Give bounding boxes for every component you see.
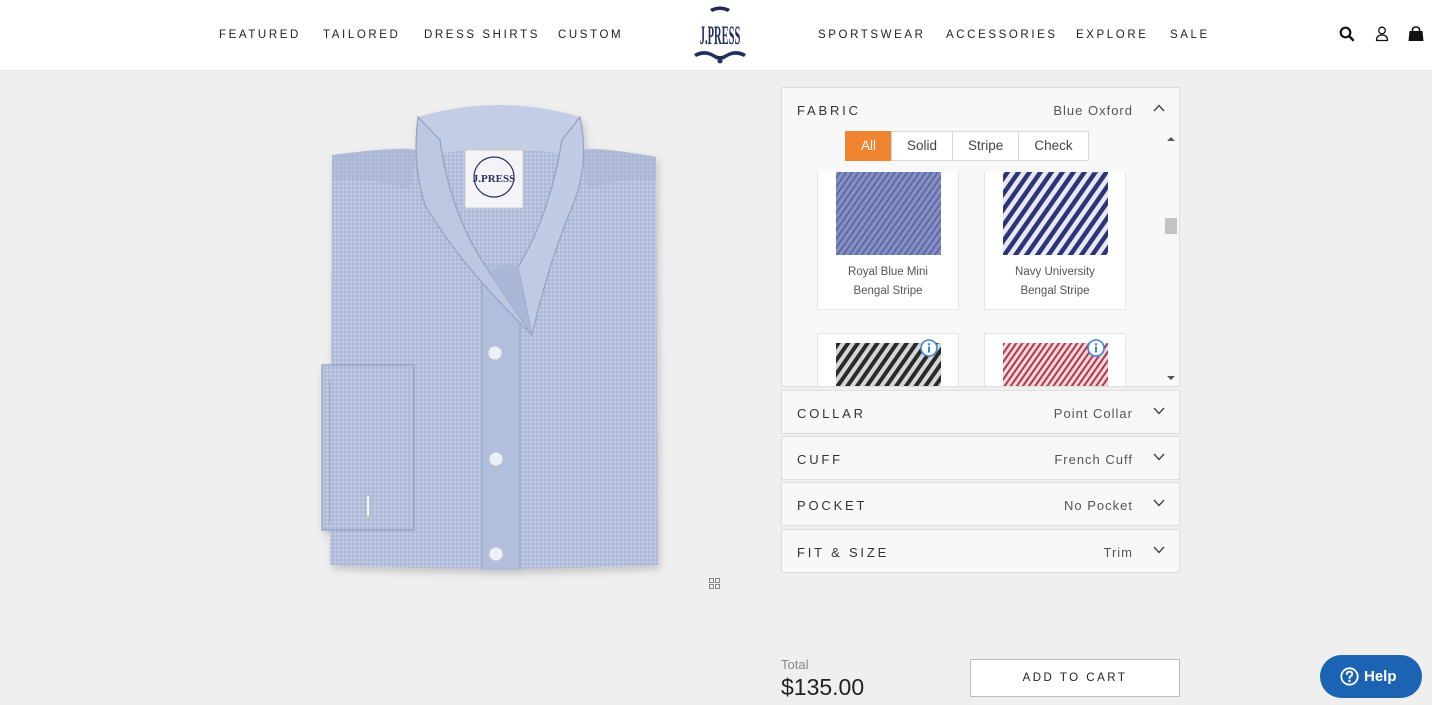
swatch-card-red-stripe[interactable] <box>984 333 1126 386</box>
chevron-down-icon <box>1153 407 1165 415</box>
scroll-thumb[interactable] <box>1165 218 1177 234</box>
cuff-panel[interactable]: CUFF French Cuff <box>781 436 1180 480</box>
swatch-label-line1: Navy University <box>1015 266 1095 278</box>
fabric-panel-header[interactable]: FABRIC Blue Oxford <box>782 88 1179 132</box>
question-circle-icon <box>1340 667 1359 686</box>
cuff-value: French Cuff <box>1054 452 1133 467</box>
swatch-label: Royal Blue Mini Bengal Stripe <box>818 263 958 301</box>
swatch-card-black-stripe[interactable] <box>817 333 959 386</box>
total-label: Total <box>781 657 809 672</box>
swatch-label: Navy University Bengal Stripe <box>985 263 1125 301</box>
search-icon[interactable] <box>1338 25 1356 43</box>
scroll-up-arrow-icon[interactable] <box>1167 137 1175 141</box>
nav-sportswear[interactable]: SPORTSWEAR <box>818 29 926 41</box>
nav-custom[interactable]: CUSTOM <box>558 29 623 41</box>
cart-icon[interactable] <box>1407 25 1425 43</box>
nav-featured[interactable]: FEATURED <box>219 29 301 41</box>
swatch-label-line2: Bengal Stripe <box>853 285 923 297</box>
filter-stripe[interactable]: Stripe <box>952 131 1020 161</box>
add-to-cart-button[interactable]: ADD TO CART <box>970 659 1180 697</box>
zoom-icon[interactable] <box>709 578 720 589</box>
help-label: Help <box>1364 668 1397 685</box>
nav-tailored[interactable]: TAILORED <box>323 29 400 41</box>
collar-panel[interactable]: COLLAR Point Collar <box>781 390 1180 434</box>
swatch-card-navy-university-bengal-stripe[interactable]: Navy University Bengal Stripe <box>984 172 1126 310</box>
chevron-up-icon <box>1153 104 1165 112</box>
nav-sale[interactable]: SALE <box>1170 29 1210 41</box>
nav-dress-shirts[interactable]: DRESS SHIRTS <box>424 29 540 41</box>
account-icon[interactable] <box>1373 25 1391 43</box>
fabric-panel: FABRIC Blue Oxford All Solid Stripe Chec… <box>781 87 1180 387</box>
jpress-logo[interactable]: J.PRESS <box>688 4 752 66</box>
fabric-filter-tabs: All Solid Stripe Check <box>845 131 1089 161</box>
chevron-down-icon <box>1153 499 1165 507</box>
fit-size-panel[interactable]: FIT & SIZE Trim <box>781 529 1180 573</box>
swatch-label-line1: Royal Blue Mini <box>848 266 928 278</box>
swatch-scrollbar[interactable] <box>1164 132 1178 386</box>
info-icon[interactable] <box>1087 339 1105 357</box>
chevron-down-icon <box>1153 453 1165 461</box>
fabric-swatch-navy-university-bengal-stripe <box>1003 172 1108 255</box>
collar-value: Point Collar <box>1053 406 1133 421</box>
info-icon[interactable] <box>1087 172 1105 173</box>
pocket-panel[interactable]: POCKET No Pocket <box>781 482 1180 526</box>
product-image: J.PRESS <box>300 95 700 585</box>
pocket-value: No Pocket <box>1064 498 1133 513</box>
swatch-card-royal-blue-mini-bengal-stripe[interactable]: Royal Blue Mini Bengal Stripe <box>817 172 959 310</box>
collar-title: COLLAR <box>797 406 866 421</box>
chevron-down-icon <box>1153 546 1165 554</box>
scroll-down-arrow-icon[interactable] <box>1167 376 1175 380</box>
nav-explore[interactable]: EXPLORE <box>1076 29 1149 41</box>
filter-all[interactable]: All <box>845 131 893 161</box>
nav-accessories[interactable]: ACCESSORIES <box>946 29 1058 41</box>
cuff-title: CUFF <box>797 452 843 467</box>
logo-text: J.PRESS <box>700 22 741 51</box>
fit-size-value: Trim <box>1103 545 1133 560</box>
filter-solid[interactable]: Solid <box>891 131 954 161</box>
info-icon[interactable] <box>920 339 938 357</box>
fabric-title: FABRIC <box>797 103 861 118</box>
info-icon[interactable] <box>920 172 938 173</box>
total-price: $135.00 <box>781 674 865 700</box>
fit-size-title: FIT & SIZE <box>797 545 890 560</box>
shirt-illustration: J.PRESS <box>321 105 658 570</box>
fabric-swatch-list[interactable]: Royal Blue Mini Bengal Stripe Navy Unive… <box>782 172 1164 386</box>
filter-check[interactable]: Check <box>1018 131 1089 161</box>
help-button[interactable]: Help <box>1320 655 1422 698</box>
fabric-value: Blue Oxford <box>1053 103 1133 118</box>
swatch-label-line2: Bengal Stripe <box>1020 285 1090 297</box>
shirt-label-text: J.PRESS <box>473 173 516 185</box>
pocket-title: POCKET <box>797 498 868 513</box>
fabric-swatch-royal-blue-mini-bengal-stripe <box>836 172 941 255</box>
site-header: FEATURED TAILORED DRESS SHIRTS CUSTOM J.… <box>0 0 1432 71</box>
